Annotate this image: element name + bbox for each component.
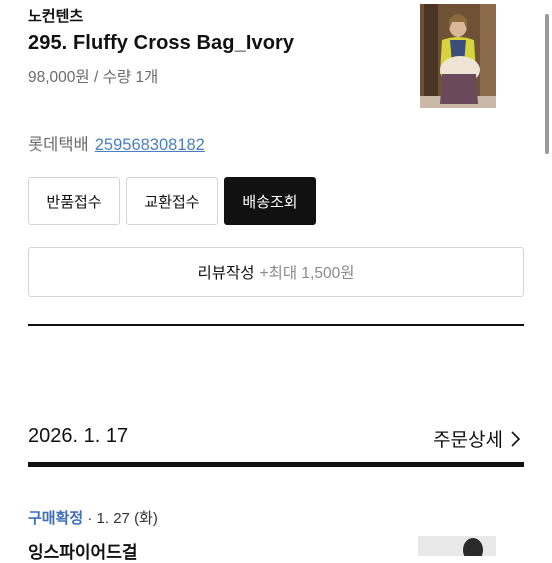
review-label: 리뷰작성 bbox=[197, 265, 255, 282]
write-review-button[interactable]: 리뷰작성 +최대 1,500원 bbox=[28, 247, 524, 297]
return-request-button[interactable]: 반품접수 bbox=[28, 177, 120, 225]
status-badge: 구매확정 bbox=[28, 510, 84, 527]
order-detail-link[interactable]: 주문상세 bbox=[433, 425, 520, 452]
product-thumbnail[interactable] bbox=[420, 4, 496, 108]
section-divider bbox=[28, 324, 524, 326]
seller-name[interactable]: 잉스파이어드걸 bbox=[28, 538, 137, 563]
delivery-tracking-button[interactable]: 배송조회 bbox=[224, 177, 316, 225]
scrollbar[interactable] bbox=[545, 14, 549, 154]
order-detail-label: 주문상세 bbox=[433, 430, 503, 451]
shipping-info: 롯데택배 259568308182 bbox=[28, 131, 205, 155]
item-status-line: 구매확정 · 1. 27 (화) bbox=[28, 507, 158, 528]
order-date: 2026. 1. 17 bbox=[28, 425, 129, 447]
order-group-divider bbox=[28, 462, 524, 467]
review-reward: +최대 1,500원 bbox=[259, 265, 355, 282]
next-product-thumbnail[interactable] bbox=[418, 536, 496, 556]
chevron-right-icon bbox=[511, 430, 520, 447]
brand-name[interactable]: 노컨텐츠 bbox=[28, 5, 83, 26]
tracking-number-link[interactable]: 259568308182 bbox=[95, 136, 205, 154]
price-quantity: 98,000원 / 수량 1개 bbox=[28, 69, 159, 86]
carrier-name: 롯데택배 bbox=[28, 136, 89, 154]
exchange-request-button[interactable]: 교환접수 bbox=[126, 177, 218, 225]
product-title[interactable]: 295. Fluffy Cross Bag_Ivory bbox=[28, 32, 294, 55]
status-date: · 1. 27 (화) bbox=[87, 510, 158, 527]
